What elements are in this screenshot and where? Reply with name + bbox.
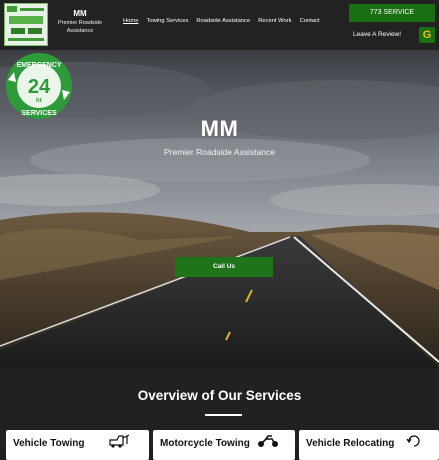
badge-top-text: EMERGENCY	[16, 62, 61, 69]
nav-item-recent-work[interactable]: Recent Work	[258, 18, 291, 24]
badge-unit: hr	[36, 98, 43, 104]
google-icon[interactable]: G	[419, 27, 435, 43]
company-logo[interactable]	[4, 3, 48, 46]
nav-item-roadside-assistance[interactable]: Roadside Assistance	[196, 18, 250, 24]
title-divider	[205, 414, 242, 416]
nav-item-contact[interactable]: Contact	[300, 18, 320, 24]
hero-section: MM Premier Roadside Assistance EMERGENCY…	[0, 50, 439, 368]
service-card-title: Motorcycle Towing	[160, 438, 250, 449]
badge-number: 24	[28, 76, 51, 98]
service-card-vehicle-relocating[interactable]: Vehicle Relocating	[299, 430, 439, 460]
motorcycle-icon	[258, 435, 278, 447]
nav-item-home[interactable]: Home	[123, 18, 138, 24]
tow-truck-icon	[109, 434, 130, 448]
badge-bottom-text: SERVICES	[21, 110, 57, 117]
relocate-icon	[406, 435, 420, 447]
service-card-title: Vehicle Relocating	[306, 438, 395, 449]
brand-subtitle-line1: Premier Roadside	[57, 20, 103, 26]
leave-review-link[interactable]: Leave A Review!	[353, 31, 401, 38]
brand-subtitle-line2: Assistance	[66, 28, 94, 34]
main-nav: Home Towing Services Roadside Assistance…	[123, 18, 328, 24]
phone-button[interactable]: 773 SERVICE	[349, 4, 435, 22]
brand-text: MM Premier Roadside Assistance	[52, 9, 108, 35]
site-header: MM Premier Roadside Assistance Home Towi…	[0, 0, 439, 50]
service-card-motorcycle-towing[interactable]: Motorcycle Towing	[153, 430, 295, 460]
emergency-24hr-badge: EMERGENCY 24 hr SERVICES	[6, 53, 72, 119]
service-card-title: Vehicle Towing	[13, 438, 85, 449]
nav-item-towing-services[interactable]: Towing Services	[146, 18, 188, 24]
services-title: Overview of Our Services	[137, 388, 302, 403]
call-us-button[interactable]: Call Us	[175, 257, 273, 277]
services-section: Overview of Our Services Vehicle Towing …	[0, 368, 439, 460]
service-card-vehicle-towing[interactable]: Vehicle Towing	[6, 430, 149, 460]
brand-name: MM	[73, 9, 87, 18]
hero-subtitle: Premier Roadside Assistance	[163, 147, 276, 157]
